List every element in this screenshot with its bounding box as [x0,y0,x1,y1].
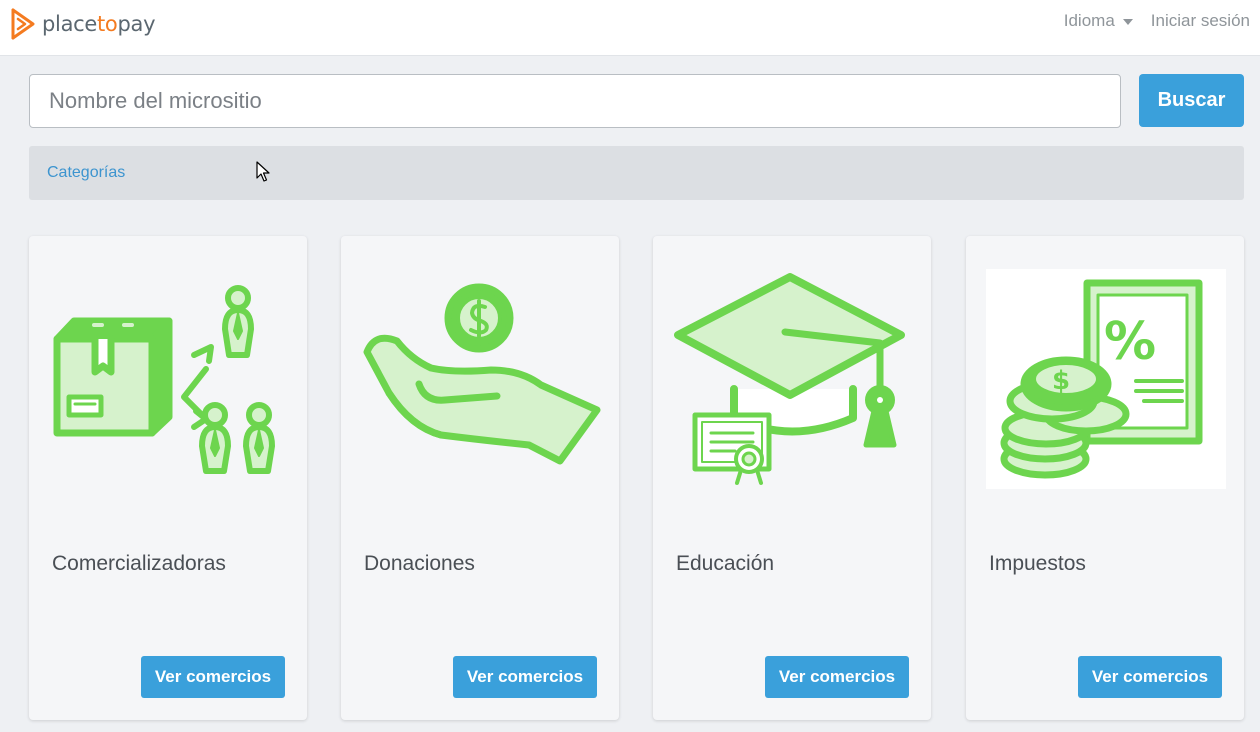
categories-link[interactable]: Categorías [47,164,125,182]
language-dropdown[interactable]: Idioma [1064,11,1133,31]
brand-logo[interactable]: placetopay [10,6,156,42]
category-card: Donaciones Ver comercios [341,236,619,720]
categories-bar: Categorías [29,146,1244,200]
play-triangle-logo-icon [11,8,35,40]
svg-text:$: $ [1052,366,1070,396]
card-title: Donaciones [364,552,475,575]
svg-text:%: % [1104,312,1156,372]
brand-name: placetopay [42,12,156,36]
view-merchants-button[interactable]: Ver comercios [141,656,285,698]
card-title: Educación [676,552,775,575]
view-merchants-button[interactable]: Ver comercios [453,656,597,698]
card-title: Comercializadoras [52,552,226,575]
category-card: % $ Impuestos Ver comercios [966,236,1244,720]
search-button[interactable]: Buscar [1139,74,1244,127]
category-image [673,269,913,489]
caret-down-icon [1122,18,1133,25]
card-title: Impuestos [989,552,1086,575]
category-image: % $ [986,269,1226,489]
nav-right: Idioma Iniciar sesión [1064,11,1250,31]
language-label: Idioma [1063,11,1115,30]
mouse-cursor-icon [256,161,270,182]
category-card: Educación Ver comercios [653,236,931,720]
search-input[interactable] [29,74,1121,128]
top-navbar: placetopay Idioma Iniciar sesión [0,0,1260,56]
graduation-cap-diploma-icon [674,273,905,485]
category-card: Comercializadoras Ver comercios [29,236,307,720]
view-merchants-button[interactable]: Ver comercios [1078,656,1222,698]
brand-name-part: place [42,12,97,36]
box-and-people-icon [53,285,275,474]
view-merchants-button[interactable]: Ver comercios [765,656,909,698]
category-image [361,269,601,489]
hand-with-coin-icon [363,283,601,465]
brand-name-part: pay [117,12,156,36]
category-image [49,269,289,489]
login-link[interactable]: Iniciar sesión [1151,11,1250,31]
brand-name-accent: to [97,12,118,36]
coins-and-tax-document-icon: % $ [986,269,1226,489]
